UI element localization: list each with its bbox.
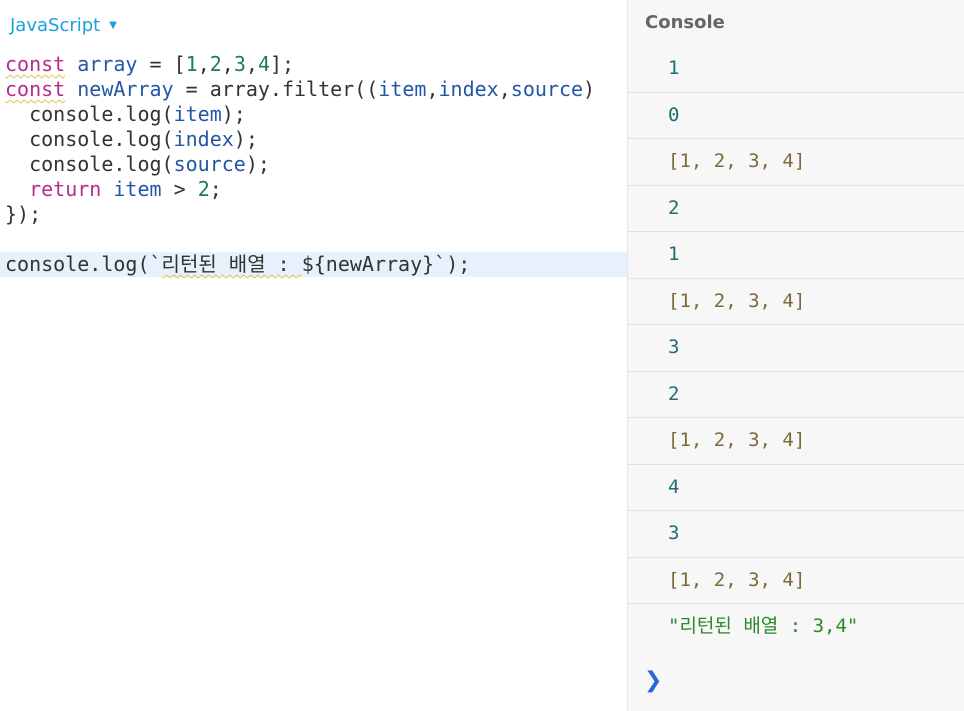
code-line[interactable]: console.log(`리턴된 배열 : ${newArray}`); xyxy=(0,252,627,277)
language-selector[interactable]: JavaScript ▼ xyxy=(10,13,117,37)
code-token: , xyxy=(197,52,210,76)
code-line[interactable]: }); xyxy=(0,202,627,227)
console-log-entry: 2 xyxy=(628,186,964,232)
code-token: > xyxy=(161,177,198,201)
console-log-entry: 1 xyxy=(628,46,964,93)
console-prompt-icon[interactable]: ❯ xyxy=(644,668,662,693)
code-token: ); xyxy=(233,127,258,151)
console-log-entry: 1 xyxy=(628,232,964,279)
code-token: = [ xyxy=(137,52,186,76)
console-log-entry: [1, 2, 3, 4] xyxy=(628,558,964,604)
code-token: const xyxy=(5,52,66,76)
code-token: index xyxy=(438,77,499,101)
code-token: item xyxy=(173,102,222,126)
code-token: item xyxy=(378,77,427,101)
code-area[interactable]: const array = [1,2,3,4]; const newArray =… xyxy=(0,52,627,277)
console-log-entry: 3 xyxy=(628,511,964,558)
code-line[interactable]: console.log(item); xyxy=(0,102,627,127)
language-label: JavaScript xyxy=(10,14,101,36)
code-token: ); xyxy=(221,102,246,126)
console-log-entry: 4 xyxy=(628,465,964,511)
dropdown-caret-icon: ▼ xyxy=(109,19,117,31)
code-token: console.log(` xyxy=(5,252,162,276)
code-token: 1 xyxy=(185,52,198,76)
code-token: ${newArray}`); xyxy=(301,252,471,276)
code-line[interactable]: const array = [1,2,3,4]; xyxy=(0,52,627,77)
console-log-entry: "리턴된 배열 : 3,4" xyxy=(668,615,859,637)
code-line[interactable]: const newArray = array.filter((item,inde… xyxy=(0,77,627,102)
code-token: ) xyxy=(583,77,596,101)
code-token: 4 xyxy=(257,52,270,76)
code-token: item xyxy=(113,177,162,201)
code-token: , xyxy=(426,77,439,101)
code-token: }); xyxy=(5,202,42,226)
code-token: newArray xyxy=(77,77,174,101)
code-line[interactable]: return item > 2; xyxy=(0,177,627,202)
code-token: return xyxy=(29,177,102,201)
code-token: , xyxy=(245,52,258,76)
console-log-entry: 2 xyxy=(628,372,964,418)
code-token: console.log( xyxy=(5,152,174,176)
code-token: ); xyxy=(245,152,270,176)
code-token: console.log( xyxy=(5,102,174,126)
console-log-entry: 0 xyxy=(628,93,964,139)
code-token: ; xyxy=(209,177,222,201)
code-token: 2 xyxy=(209,52,222,76)
code-token: = array.filter(( xyxy=(173,77,379,101)
console-log-list: 1 0 [1, 2, 3, 4] 2 1 [1, 2, 3, 4] 3 2 [1, 2, 3, … xyxy=(628,46,964,650)
code-token: console.log( xyxy=(5,127,174,151)
console-log-entry: [1, 2, 3, 4] xyxy=(628,418,964,465)
console-log-entry: 3 xyxy=(628,325,964,372)
code-token: source xyxy=(173,152,246,176)
code-token: 3 xyxy=(233,52,246,76)
code-token: source xyxy=(510,77,584,101)
code-token: ]; xyxy=(269,52,295,76)
code-line[interactable]: console.log(source); xyxy=(0,152,627,177)
console-panel: Console 1 0 [1, 2, 3, 4] 2 1 [1, 2, 3, 4] 3 2 [1… xyxy=(627,0,964,711)
code-token: array xyxy=(77,52,138,76)
code-token: index xyxy=(173,127,234,151)
console-log-entry: [1, 2, 3, 4] xyxy=(628,279,964,325)
code-token: const xyxy=(5,77,66,101)
console-title: Console xyxy=(645,12,725,33)
code-token: 리턴된 배열 : xyxy=(161,252,302,276)
code-token: 2 xyxy=(197,177,210,201)
console-log-entry: [1, 2, 3, 4] xyxy=(628,139,964,186)
code-line[interactable]: console.log(index); xyxy=(0,127,627,152)
code-token: , xyxy=(221,52,234,76)
code-editor[interactable]: JavaScript ▼ const array = [1,2,3,4]; con… xyxy=(0,0,627,711)
code-line[interactable] xyxy=(0,227,627,252)
code-token: , xyxy=(498,77,511,101)
